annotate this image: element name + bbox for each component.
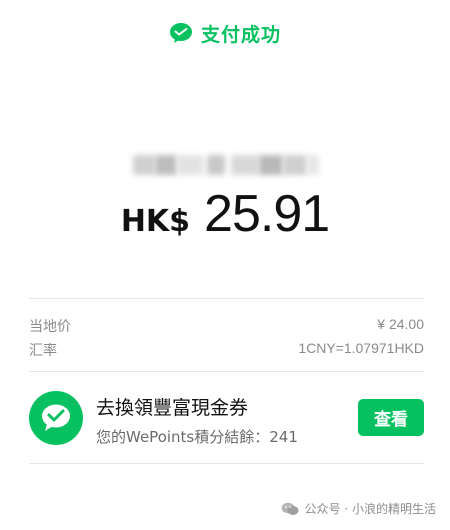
exchange-rate-value: 1CNY=1.07971HKD xyxy=(298,340,424,356)
wechat-official-account-icon xyxy=(281,502,299,516)
page-title: 支付成功 xyxy=(200,23,281,46)
watermark: 公众号 · 小浪的精明生活 xyxy=(281,500,436,517)
divider xyxy=(29,463,424,464)
payment-success-header: 支付成功 xyxy=(0,18,450,48)
exchange-rate-label: 汇率 xyxy=(29,342,57,358)
local-price-row: 当地价 ¥ 24.00 xyxy=(29,316,424,336)
wechat-chat-bubble-icon xyxy=(29,391,83,445)
divider xyxy=(29,298,424,299)
view-button[interactable]: 查看 xyxy=(358,399,424,436)
wepoints-balance: 您的WePoints積分結餘：241 xyxy=(96,428,298,446)
watermark-text: 公众号 · 小浪的精明生活 xyxy=(304,502,436,516)
merchant-name-blurred xyxy=(133,152,319,178)
currency-symbol: HK$ xyxy=(120,204,191,239)
local-price-value: ¥ 24.00 xyxy=(377,316,424,332)
promo-title: 去換領豐富現金券 xyxy=(96,397,249,419)
wechat-pay-icon xyxy=(169,22,193,44)
payment-amount: HK$ 25.91 xyxy=(0,184,450,244)
local-price-label: 当地价 xyxy=(29,318,71,334)
amount-value: 25.91 xyxy=(204,185,330,243)
exchange-rate-row: 汇率 1CNY=1.07971HKD xyxy=(29,340,424,360)
divider xyxy=(29,371,424,372)
